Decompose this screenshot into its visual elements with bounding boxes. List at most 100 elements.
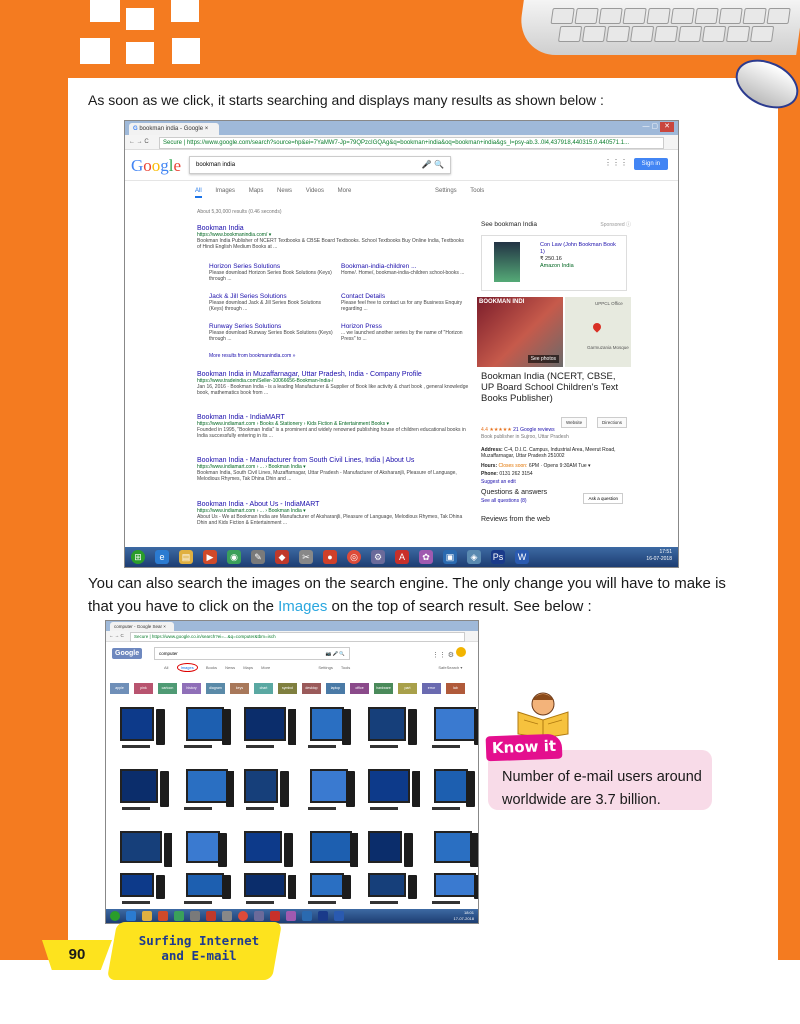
search-input[interactable]: bookman india 🎤 🔍 — [189, 156, 451, 174]
photoshop-icon[interactable] — [318, 911, 328, 921]
tab-more[interactable]: More — [338, 188, 352, 194]
tab-news[interactable]: News — [225, 665, 235, 670]
image-result-thumbnail[interactable] — [234, 867, 297, 907]
apps-grid-icon[interactable]: ⋮⋮⋮ — [604, 158, 628, 167]
ad-title[interactable]: Con Law (John Bookman Book 1) — [540, 242, 620, 256]
app-icon[interactable]: ◉ — [227, 550, 241, 564]
reviews-link[interactable]: 21 Google reviews — [513, 427, 554, 433]
browser-tab[interactable]: G bookman india - Google × — [129, 123, 219, 135]
sitelink-title[interactable]: Runway Series Solutions — [209, 323, 334, 330]
app-icon[interactable]: ◈ — [467, 550, 481, 564]
ie-icon[interactable] — [126, 911, 136, 921]
search-icon[interactable]: 🎤 🔍 — [422, 157, 444, 173]
chrome-icon[interactable]: ◎ — [347, 550, 361, 564]
app-icon[interactable] — [174, 911, 184, 921]
phone-value[interactable]: 0131 262 3154 — [499, 471, 532, 477]
tab-images[interactable]: Images — [215, 188, 235, 194]
image-result-thumbnail[interactable] — [420, 763, 478, 823]
sitelink-title[interactable]: Horizon Series Solutions — [209, 263, 334, 270]
google-logo[interactable]: Google — [112, 648, 143, 659]
safesearch-toggle[interactable]: SafeSearch ▾ — [438, 665, 462, 670]
website-button[interactable]: Website — [561, 417, 588, 428]
app-icon[interactable]: ✿ — [419, 550, 433, 564]
url-field[interactable]: Secure | https://www.google.com/search?s… — [159, 137, 664, 149]
image-result-thumbnail[interactable] — [110, 701, 170, 761]
directions-button[interactable]: Directions — [597, 417, 628, 428]
close-icon[interactable]: ✕ — [660, 122, 674, 132]
image-result-thumbnail[interactable] — [420, 701, 478, 761]
see-all-questions-link[interactable]: See all questions (8) — [481, 498, 527, 504]
apps-grid-icon[interactable]: ⋮⋮ ⚙ — [432, 647, 466, 659]
nav-arrows-icon[interactable]: ← → C — [129, 135, 149, 149]
result-title[interactable]: Bookman India - About Us - IndiaMART — [197, 501, 469, 508]
sitelink-title[interactable]: Jack & Jill Series Solutions — [209, 293, 334, 300]
media-player-icon[interactable]: ▶ — [203, 550, 217, 564]
result-title[interactable]: Bookman India - Manufacturer from South … — [197, 457, 469, 464]
related-search-chip[interactable]: history — [182, 683, 201, 694]
tab-tools[interactable]: Tools — [470, 188, 484, 194]
app-icon[interactable] — [222, 911, 232, 921]
sitelink-title[interactable]: Horizon Press — [341, 323, 466, 330]
chrome-icon[interactable] — [238, 911, 248, 921]
image-result-thumbnail[interactable] — [110, 763, 170, 823]
search-input[interactable]: computer 📷 🎤 🔍 — [154, 647, 350, 660]
image-result-thumbnail[interactable] — [110, 867, 170, 907]
tab-settings[interactable]: Settings — [435, 188, 457, 194]
result-title[interactable]: Bookman India — [197, 225, 469, 232]
app-icon[interactable] — [206, 911, 216, 921]
start-button-icon[interactable]: ⊞ — [131, 550, 145, 564]
image-result-thumbnail[interactable] — [358, 763, 421, 823]
image-result-thumbnail[interactable] — [296, 763, 356, 823]
more-results-link[interactable]: More results from bookmanindia.com » — [209, 353, 295, 359]
app-icon[interactable] — [286, 911, 296, 921]
related-search-chip[interactable]: part — [398, 683, 417, 694]
related-search-chip[interactable]: laptop — [326, 683, 345, 694]
storefront-photo[interactable]: BOOKMAN INDI See photos — [477, 297, 563, 367]
image-result-thumbnail[interactable] — [172, 763, 235, 823]
sitelink-title[interactable]: Bookman-india-children ... — [341, 263, 466, 270]
app-icon[interactable]: ⚙ — [371, 550, 385, 564]
result-title[interactable]: Bookman India in Muzaffarnagar, Uttar Pr… — [197, 371, 469, 378]
related-search-chip[interactable]: pink — [134, 683, 153, 694]
related-search-chip[interactable]: hardware — [374, 683, 393, 694]
related-search-chip[interactable]: diagram — [206, 683, 225, 694]
related-search-chip[interactable]: error — [422, 683, 441, 694]
app-icon[interactable] — [302, 911, 312, 921]
ask-question-button[interactable]: Ask a question — [583, 493, 623, 504]
app-icon[interactable]: ✂ — [299, 550, 313, 564]
tab-settings[interactable]: Settings — [318, 665, 332, 670]
tab-books[interactable]: Books — [206, 665, 217, 670]
app-icon[interactable]: ▣ — [443, 550, 457, 564]
tab-all[interactable]: All — [164, 665, 168, 670]
tab-tools[interactable]: Tools — [341, 665, 350, 670]
tab-news[interactable]: News — [277, 188, 292, 194]
tab-all[interactable]: All — [195, 188, 202, 198]
sign-in-button[interactable]: Sign in — [633, 158, 668, 170]
paint-icon[interactable]: ✎ — [251, 550, 265, 564]
word-icon[interactable]: W — [515, 550, 529, 564]
related-search-chip[interactable]: desktop — [302, 683, 321, 694]
tab-images[interactable]: Images — [176, 663, 198, 672]
taskbar-clock[interactable]: 17:51 16-07-2018 — [646, 549, 672, 563]
tab-videos[interactable]: Videos — [306, 188, 324, 194]
tab-more[interactable]: More — [261, 665, 270, 670]
app-icon[interactable]: ◆ — [275, 550, 289, 564]
browser-tab[interactable]: computer - Google Sear × — [110, 622, 174, 631]
image-result-thumbnail[interactable] — [296, 867, 356, 907]
image-result-thumbnail[interactable] — [234, 763, 294, 823]
avatar[interactable] — [456, 647, 466, 657]
image-result-thumbnail[interactable] — [234, 701, 297, 761]
photoshop-icon[interactable]: Ps — [491, 550, 505, 564]
tab-maps[interactable]: Maps — [249, 188, 264, 194]
hours-value[interactable]: 6PM · Opens 9:30AM Tue ▾ — [529, 463, 591, 469]
sitelink-title[interactable]: Contact Details — [341, 293, 466, 300]
shopping-ad[interactable]: Con Law (John Bookman Book 1) ₹ 250.16 A… — [481, 235, 627, 291]
related-search-chip[interactable]: apple — [110, 683, 129, 694]
google-logo[interactable]: Google — [131, 156, 181, 176]
related-search-chip[interactable]: symbol — [278, 683, 297, 694]
related-search-chip[interactable]: cartoon — [158, 683, 177, 694]
media-player-icon[interactable] — [158, 911, 168, 921]
acrobat-icon[interactable]: A — [395, 550, 409, 564]
folder-icon[interactable] — [142, 911, 152, 921]
image-result-thumbnail[interactable] — [172, 867, 232, 907]
